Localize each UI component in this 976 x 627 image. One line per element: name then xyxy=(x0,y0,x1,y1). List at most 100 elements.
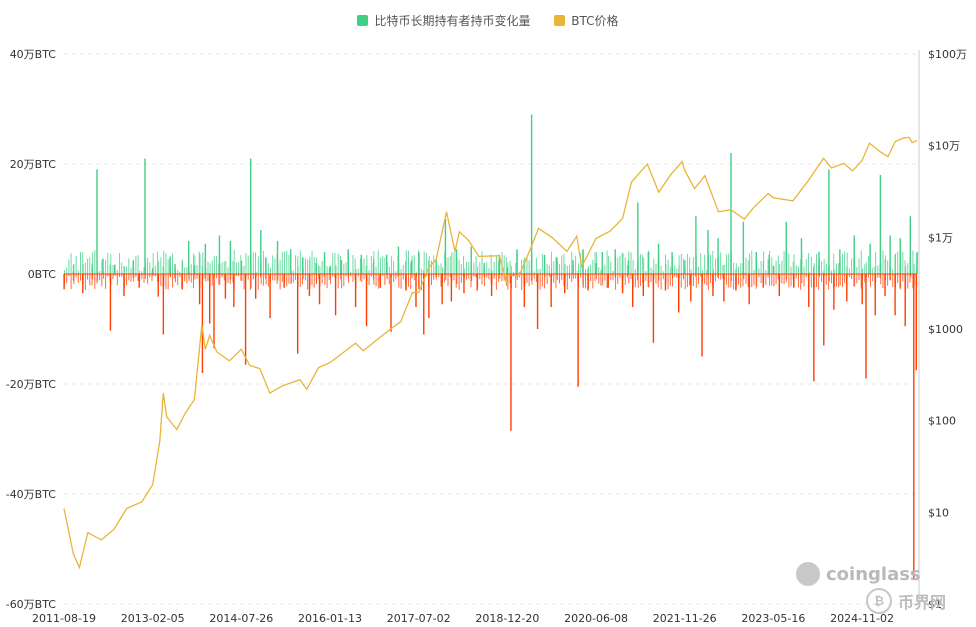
bar xyxy=(302,257,304,274)
bar-minor xyxy=(872,267,874,274)
bar xyxy=(441,274,443,305)
bar-minor xyxy=(639,274,641,287)
bar-minor xyxy=(612,274,614,281)
bar xyxy=(846,274,848,302)
bar-minor xyxy=(94,250,96,274)
bar-minor xyxy=(384,274,386,285)
bar xyxy=(233,274,235,307)
bar-minor xyxy=(262,274,264,286)
bar-minor xyxy=(143,274,145,283)
bar-minor xyxy=(466,261,468,274)
bar-minor xyxy=(390,256,392,274)
bar-minor xyxy=(337,274,339,289)
bar-minor xyxy=(800,274,802,290)
x-tick-label: 2021-11-26 xyxy=(653,612,717,625)
bar xyxy=(684,260,686,274)
bar-minor xyxy=(839,274,841,286)
bar xyxy=(915,274,917,371)
bar-minor xyxy=(775,260,777,274)
bar-minor xyxy=(610,261,612,274)
bar xyxy=(828,169,830,274)
bar-minor xyxy=(632,259,634,274)
bar-minor xyxy=(384,257,386,274)
bar xyxy=(516,249,518,274)
bar-minor xyxy=(232,261,234,274)
bar xyxy=(435,260,437,274)
bar-minor xyxy=(815,274,817,287)
bar xyxy=(354,274,357,307)
bar-minor xyxy=(704,254,706,274)
bar-minor xyxy=(553,261,555,274)
x-tick-label: 2016-01-13 xyxy=(298,612,362,625)
bar-minor xyxy=(418,274,420,289)
bar xyxy=(607,274,609,288)
bar-minor xyxy=(743,274,745,280)
bar-minor xyxy=(240,274,242,281)
bar xyxy=(63,274,65,290)
bar-minor xyxy=(352,274,354,282)
bar-minor xyxy=(495,256,497,274)
bar xyxy=(543,254,546,274)
bar-minor xyxy=(80,252,82,274)
watermark-coinglass: coinglass xyxy=(796,562,921,586)
bar-minor xyxy=(130,267,132,274)
bar-minor xyxy=(386,274,388,279)
bar-minor xyxy=(569,265,571,274)
bar-minor xyxy=(430,260,432,274)
bar-minor xyxy=(211,274,213,286)
bar-minor xyxy=(650,274,652,282)
bar xyxy=(701,274,703,357)
bar-minor xyxy=(689,257,691,274)
bar xyxy=(405,274,407,291)
bar-minor xyxy=(70,274,72,290)
bar xyxy=(632,274,634,307)
bar xyxy=(695,216,697,274)
bar-minor xyxy=(311,274,313,286)
bar-minor xyxy=(524,257,526,274)
bar-minor xyxy=(563,253,565,274)
bar-minor xyxy=(592,274,594,289)
bar-minor xyxy=(756,274,758,287)
bar-minor xyxy=(745,274,747,284)
bar-minor xyxy=(247,274,249,280)
bar-minor xyxy=(302,274,304,279)
bar-minor xyxy=(860,250,862,274)
bar-minor xyxy=(767,259,769,274)
bar-minor xyxy=(858,258,860,274)
bar-minor xyxy=(66,267,68,274)
bar-minor xyxy=(172,253,174,274)
bar-minor xyxy=(669,274,671,287)
bar-minor xyxy=(738,266,740,274)
bar-minor xyxy=(684,274,686,290)
bar-minor xyxy=(352,254,354,274)
bar xyxy=(418,252,420,274)
bar-minor xyxy=(137,255,139,274)
bar xyxy=(813,274,815,382)
bar-minor xyxy=(864,264,866,274)
bar-minor xyxy=(596,274,598,280)
bar-minor xyxy=(561,274,563,281)
bar-minor xyxy=(257,256,259,274)
bar-minor xyxy=(559,264,561,274)
bar-minor xyxy=(328,274,330,281)
bar-minor xyxy=(600,274,602,286)
bar-minor xyxy=(119,252,121,274)
bar-minor xyxy=(841,274,843,288)
bar-minor xyxy=(667,259,669,274)
bar xyxy=(308,274,311,296)
bar-minor xyxy=(194,274,196,280)
bar-minor xyxy=(680,253,682,274)
bar-minor xyxy=(243,274,245,290)
bar xyxy=(290,249,292,274)
bar-minor xyxy=(890,274,892,281)
bar-minor xyxy=(133,274,135,282)
bar-minor xyxy=(858,274,860,281)
bar xyxy=(269,274,271,318)
bar-minor xyxy=(290,274,292,285)
y-right-tick-label: $1万 xyxy=(928,231,953,244)
bar-minor xyxy=(882,250,884,274)
bar-minor xyxy=(238,262,240,274)
bar-minor xyxy=(158,261,160,274)
bar-minor xyxy=(728,274,730,288)
bar-minor xyxy=(769,274,771,286)
